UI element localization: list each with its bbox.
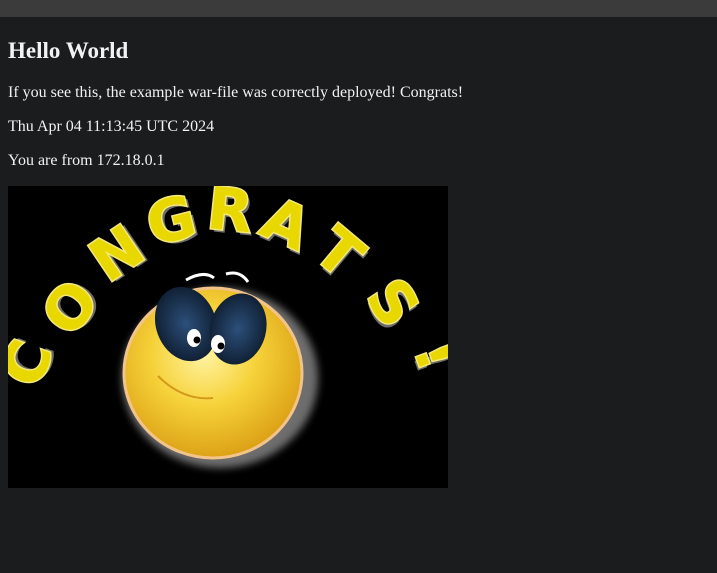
- page-content: Hello World If you see this, the example…: [8, 17, 708, 488]
- client-address: You are from 172.18.0.1: [8, 152, 165, 169]
- browser-top-bar: [0, 0, 717, 17]
- lettering-letter: N: [78, 212, 156, 296]
- lettering-letter: R: [204, 186, 256, 246]
- server-datetime: Thu Apr 04 11:13:45 UTC 2024: [8, 118, 215, 135]
- lettering-letter: O: [28, 267, 112, 348]
- deploy-message: If you see this, the example war-file wa…: [8, 84, 464, 101]
- page-heading: Hello World: [8, 38, 129, 63]
- lettering-letter: G: [140, 186, 203, 259]
- lettering-letter: !: [400, 331, 448, 379]
- smiley-face: [122, 271, 318, 468]
- congrats-image: CCOONNGG RRAATTSS!!: [8, 186, 448, 488]
